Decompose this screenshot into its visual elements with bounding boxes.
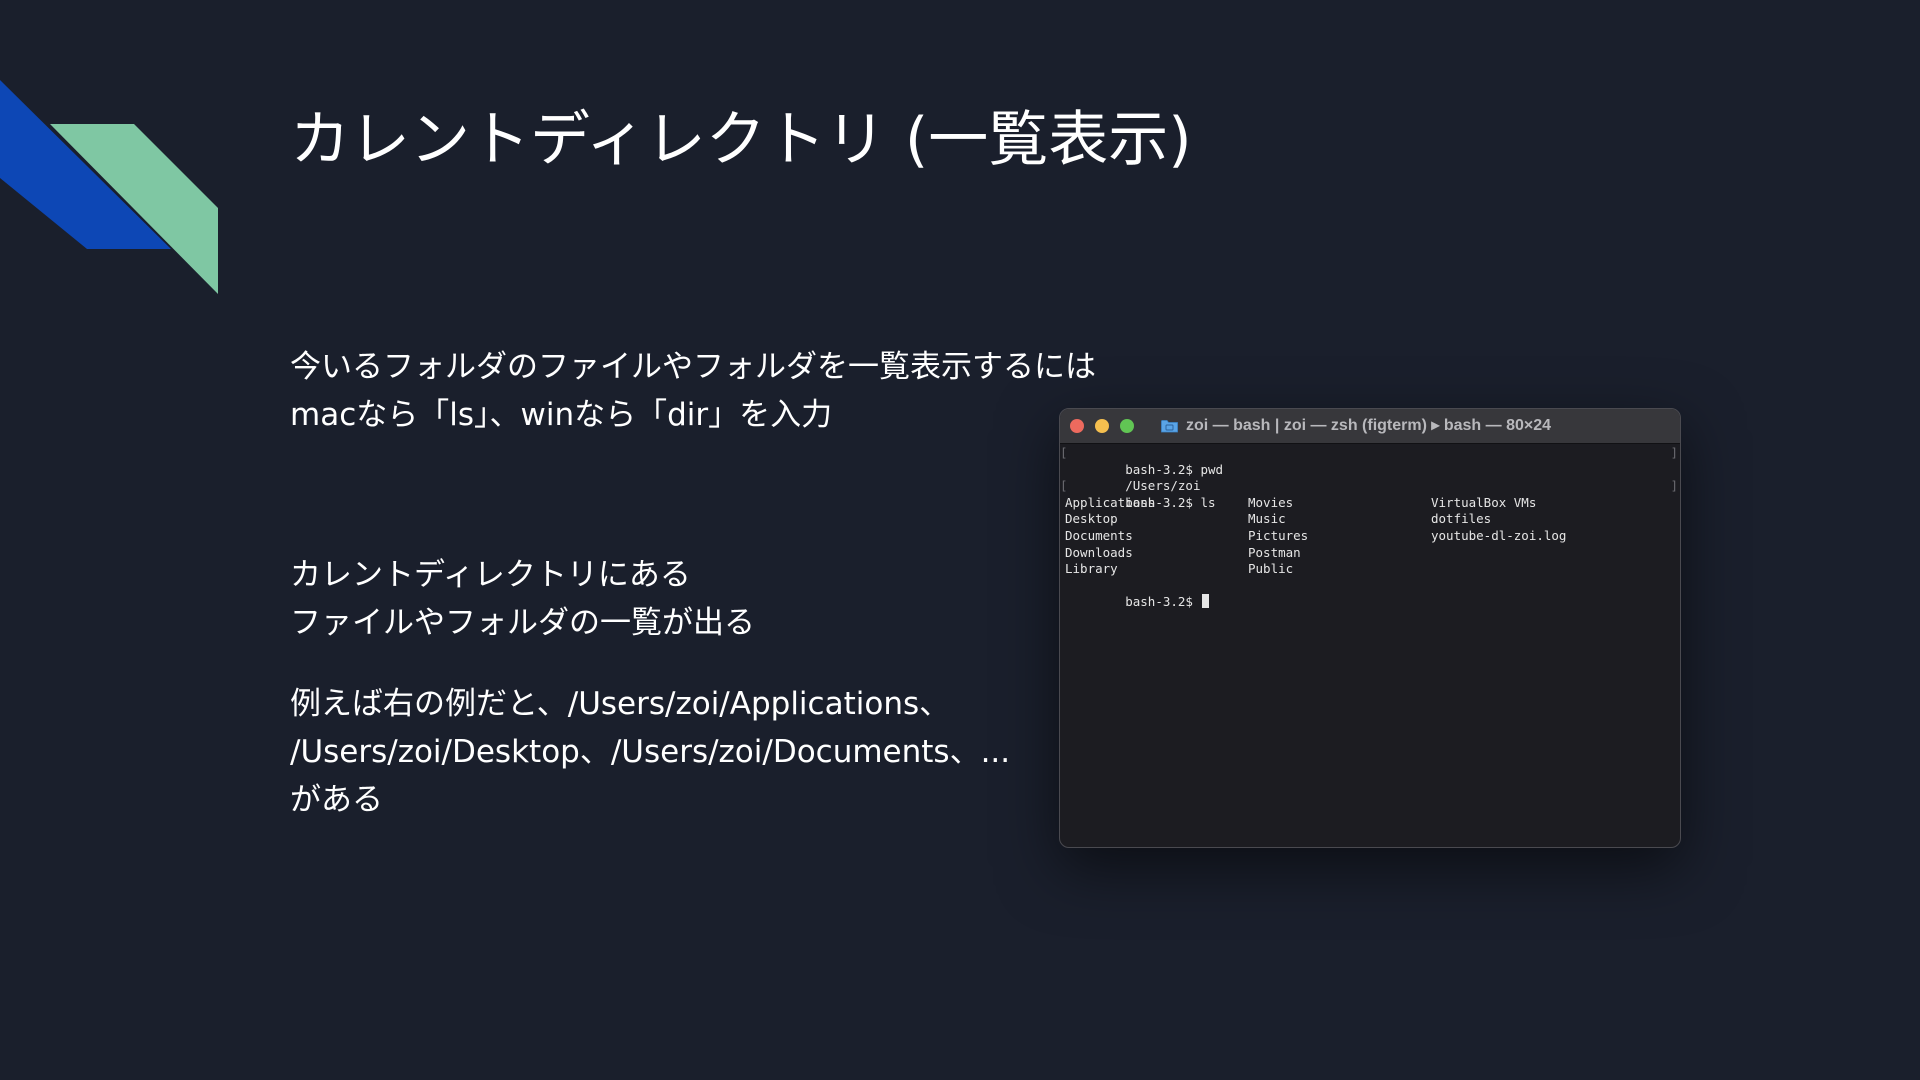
listing-row: Library Public bbox=[1060, 561, 1680, 578]
terminal-output[interactable]: [bash-3.2$ pwd] /Users/zoi [bash-3.2$ ls… bbox=[1060, 445, 1680, 845]
result-text: カレントディレクトリにある ファイルやフォルダの一覧が出る bbox=[290, 551, 755, 647]
listing-entry: VirtualBox VMs bbox=[1431, 494, 1537, 510]
listing-row: Downloads Postman bbox=[1060, 545, 1680, 562]
text-cursor bbox=[1202, 594, 1210, 609]
prompt-text: bash-3.2$ bbox=[1125, 594, 1201, 610]
listing-entry: Pictures bbox=[1248, 527, 1309, 543]
listing-entry: Library bbox=[1065, 561, 1118, 577]
close-button[interactable] bbox=[1070, 419, 1084, 433]
zoom-button[interactable] bbox=[1120, 419, 1134, 433]
example-line-1: 例えば右の例だと、/Users/zoi/Applications、 bbox=[290, 686, 951, 722]
instruction-line-2: macなら「ls」、winなら「dir」を入力 bbox=[290, 397, 833, 433]
mark-bracket-left: [ bbox=[1060, 478, 1068, 494]
slide: カレントディレクトリ (一覧表示) 今いるフォルダのファイルやフォルダを一覧表示… bbox=[0, 0, 1920, 1080]
example-line-3: がある bbox=[290, 782, 383, 818]
mark-bracket-right: ] bbox=[1670, 478, 1678, 494]
example-text: 例えば右の例だと、/Users/zoi/Applications、 /Users… bbox=[290, 680, 1010, 824]
example-line-2: /Users/zoi/Desktop、/Users/zoi/Documents、… bbox=[290, 734, 1011, 770]
listing-row: Documents Pictures youtube-dl-zoi.log bbox=[1060, 528, 1680, 545]
terminal-window[interactable]: zoi — bash | zoi — zsh (figterm) ▸ bash … bbox=[1059, 408, 1681, 848]
prompt-line[interactable]: bash-3.2$ bbox=[1060, 578, 1680, 609]
listing-row: Applications Movies VirtualBox VMs bbox=[1060, 495, 1680, 512]
listing-entry: Documents bbox=[1065, 527, 1133, 543]
listing-entry: youtube-dl-zoi.log bbox=[1431, 527, 1567, 543]
terminal-line: [bash-3.2$ pwd] bbox=[1060, 445, 1680, 477]
minimize-button[interactable] bbox=[1095, 419, 1109, 433]
result-line-2: ファイルやフォルダの一覧が出る bbox=[290, 605, 755, 641]
terminal-title: zoi — bash | zoi — zsh (figterm) ▸ bash … bbox=[1186, 417, 1552, 434]
listing-entry: Movies bbox=[1248, 494, 1294, 510]
folder-icon bbox=[1161, 420, 1178, 433]
mark-bracket-left: [ bbox=[1060, 445, 1068, 460]
listing-entry: dotfiles bbox=[1431, 511, 1492, 527]
listing-entry: Music bbox=[1248, 511, 1286, 527]
instruction-text: 今いるフォルダのファイルやフォルダを一覧表示するには macなら「ls」、win… bbox=[290, 343, 1096, 439]
listing-row: Desktop Music dotfiles bbox=[1060, 511, 1680, 528]
instruction-line-1: 今いるフォルダのファイルやフォルダを一覧表示するには bbox=[290, 349, 1096, 385]
slide-title: カレントディレクトリ (一覧表示) bbox=[290, 105, 1192, 175]
listing-entry: Desktop bbox=[1065, 511, 1118, 527]
listing-entry: Downloads bbox=[1065, 544, 1133, 560]
terminal-line: [bash-3.2$ ls] bbox=[1060, 478, 1680, 510]
mark-bracket-right: ] bbox=[1670, 445, 1678, 460]
result-line-1: カレントディレクトリにある bbox=[290, 557, 691, 593]
listing-entry: Postman bbox=[1248, 544, 1301, 560]
corner-decoration bbox=[0, 80, 218, 294]
terminal-line: /Users/zoi bbox=[1060, 462, 1680, 493]
listing-entry: Applications bbox=[1065, 494, 1156, 510]
listing-entry: Public bbox=[1248, 561, 1294, 577]
terminal-titlebar[interactable]: zoi — bash | zoi — zsh (figterm) ▸ bash … bbox=[1060, 409, 1680, 444]
